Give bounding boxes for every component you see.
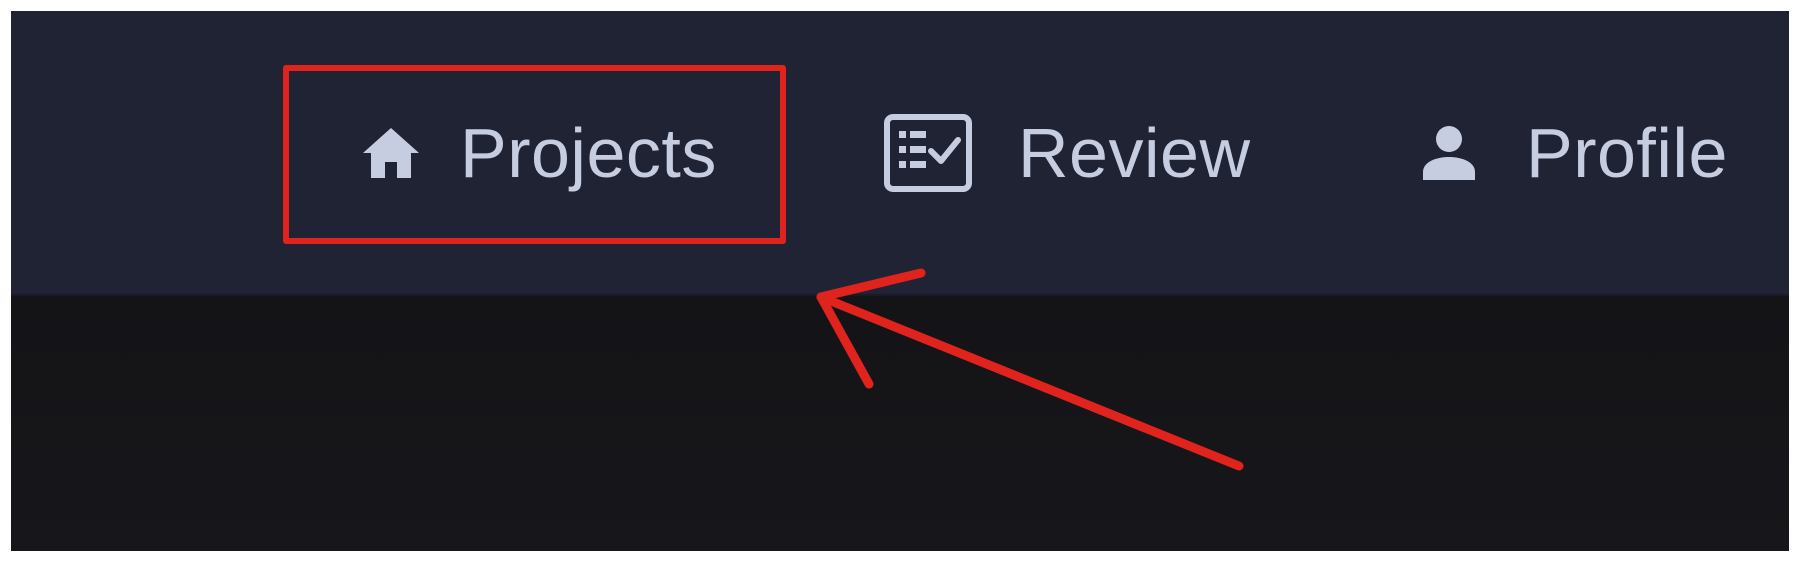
- nav-item-review[interactable]: Review: [882, 11, 1251, 294]
- person-icon: [1416, 124, 1482, 182]
- screenshot-frame: Projects Review Profile: [11, 11, 1789, 551]
- checklist-icon: [882, 113, 974, 193]
- nav-item-profile[interactable]: Profile: [1416, 11, 1728, 294]
- nav-item-projects[interactable]: Projects: [358, 11, 717, 294]
- top-navbar: Projects Review Profile: [11, 11, 1789, 296]
- home-icon: [358, 125, 424, 181]
- nav-label-projects: Projects: [460, 113, 717, 192]
- main-content-area: [11, 296, 1789, 551]
- nav-label-profile: Profile: [1526, 113, 1728, 192]
- nav-label-review: Review: [1018, 113, 1251, 192]
